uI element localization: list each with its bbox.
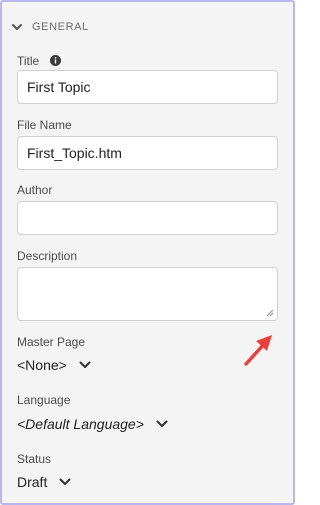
red-arrow-icon xyxy=(244,335,272,366)
status-dropdown[interactable]: Draft xyxy=(17,472,71,492)
description-textarea[interactable] xyxy=(17,267,278,321)
chevron-down-icon[interactable] xyxy=(10,20,24,34)
title-label-row: Title xyxy=(17,52,61,70)
master-page-label: Master Page xyxy=(17,335,86,349)
description-label: Description xyxy=(17,249,78,263)
chevron-down-icon xyxy=(59,478,71,485)
file-name-input-value: First_Topic.htm xyxy=(27,145,122,161)
title-input[interactable]: First Topic xyxy=(17,70,278,104)
language-dropdown[interactable]: <Default Language> xyxy=(17,414,168,434)
file-name-input[interactable]: First_Topic.htm xyxy=(17,136,278,170)
chevron-down-icon xyxy=(156,420,168,427)
file-name-label: File Name xyxy=(17,118,72,132)
chevron-down-icon xyxy=(79,361,91,368)
title-input-value: First Topic xyxy=(27,79,91,95)
language-value: <Default Language> xyxy=(17,416,144,432)
section-title: GENERAL xyxy=(32,21,89,33)
language-label: Language xyxy=(17,393,71,407)
author-input[interactable] xyxy=(17,201,278,235)
properties-panel: GENERAL Title First Topic File Name Firs… xyxy=(0,0,295,505)
status-value: Draft xyxy=(17,474,48,490)
master-page-value: <None> xyxy=(17,357,67,373)
general-section-header[interactable]: GENERAL xyxy=(10,17,89,37)
title-label: Title xyxy=(17,54,40,68)
master-page-dropdown[interactable]: <None> xyxy=(17,355,91,375)
resize-grip-icon[interactable] xyxy=(266,309,274,317)
info-icon[interactable] xyxy=(49,55,61,66)
author-label: Author xyxy=(17,183,53,197)
status-label: Status xyxy=(17,452,52,466)
